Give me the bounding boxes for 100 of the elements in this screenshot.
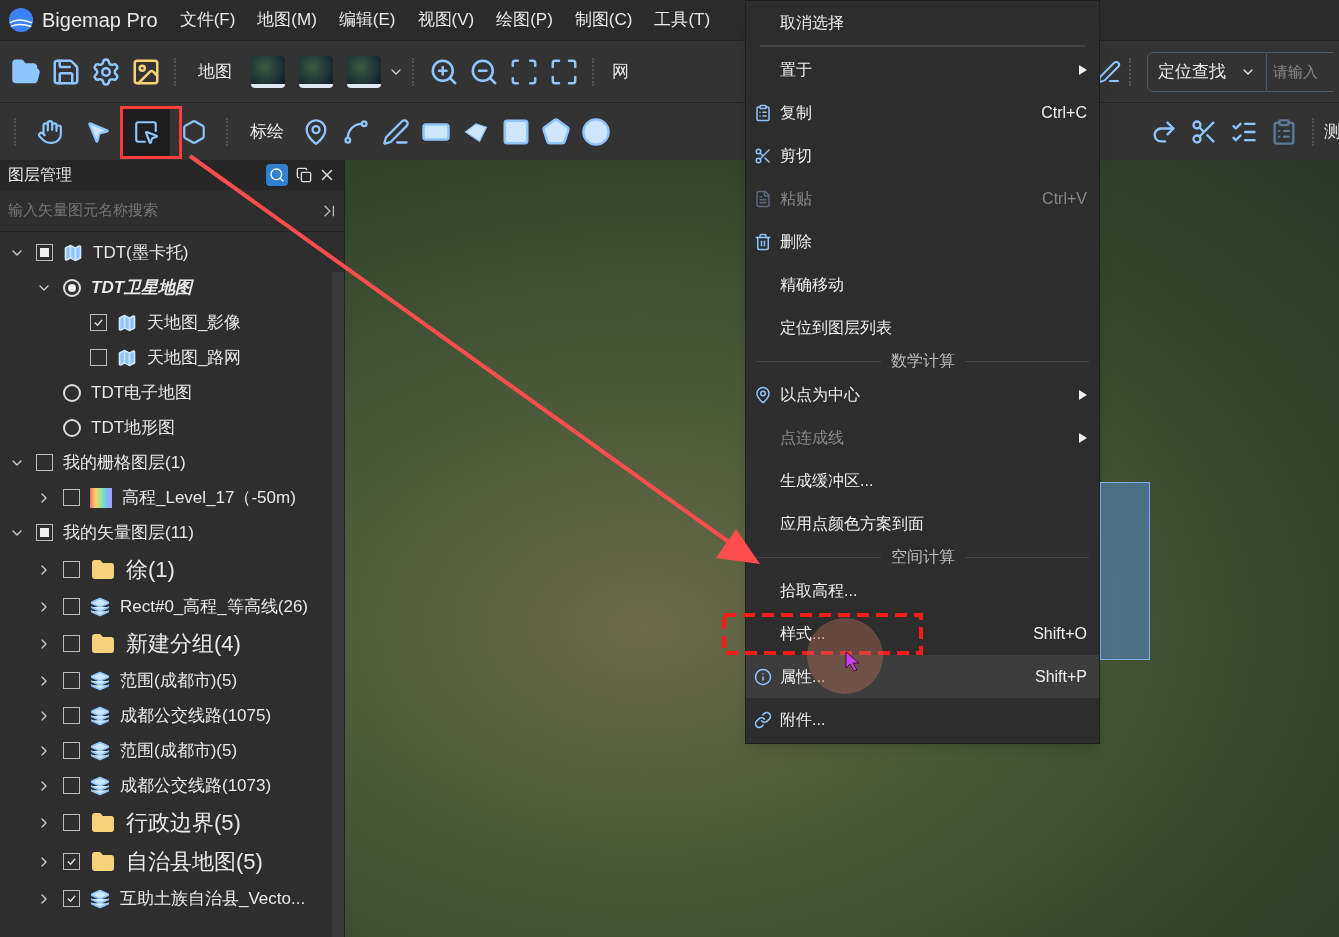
menu-item[interactable]: 编辑(E) bbox=[338, 7, 396, 33]
layers-icon bbox=[90, 775, 110, 796]
menu-item[interactable]: 删除 bbox=[746, 220, 1099, 263]
checkbox[interactable] bbox=[63, 890, 80, 907]
line-icon bbox=[342, 117, 370, 146]
layer-name[interactable]: 互助土族自治县_Vecto... bbox=[120, 885, 306, 912]
map-thumbnail-button[interactable] bbox=[251, 55, 285, 88]
shortcut-label: Shift+P bbox=[1034, 666, 1087, 687]
layer-name[interactable]: Rect#0_高程_等高线(26) bbox=[120, 593, 308, 620]
checkbox[interactable] bbox=[63, 598, 80, 615]
checkbox[interactable] bbox=[36, 454, 53, 471]
layer-name[interactable]: 行政边界(5) bbox=[126, 806, 241, 839]
search-field[interactable]: 请输入 bbox=[1267, 51, 1333, 92]
checkbox[interactable] bbox=[63, 489, 80, 506]
map-thumbnail-button[interactable] bbox=[299, 55, 333, 88]
layer-name[interactable]: 高程_Level_17（-50m) bbox=[122, 484, 296, 511]
menu-item[interactable]: 应用点颜色方案到面 bbox=[746, 502, 1099, 545]
map-pin-icon bbox=[754, 385, 772, 404]
rectangle-select-button[interactable] bbox=[122, 107, 170, 156]
checkbox[interactable] bbox=[63, 777, 80, 794]
paste-icon bbox=[754, 189, 772, 208]
checkbox[interactable] bbox=[63, 635, 80, 652]
layer-name[interactable]: 成都公交线路(1073) bbox=[120, 772, 272, 799]
map-icon bbox=[63, 242, 83, 263]
menu-item[interactable]: 视图(V) bbox=[417, 7, 475, 33]
menu-item[interactable]: 制图(C) bbox=[574, 7, 633, 33]
map-icon bbox=[117, 347, 137, 368]
locate-dropdown[interactable]: 定位查找 bbox=[1147, 51, 1267, 92]
pen-icon[interactable] bbox=[1097, 59, 1121, 84]
shortcut-label: Ctrl+V bbox=[1042, 188, 1087, 209]
scrollbar[interactable] bbox=[332, 272, 344, 937]
checkbox[interactable] bbox=[90, 349, 107, 366]
menu-section-label: 数学计算 bbox=[890, 351, 955, 371]
layer-name[interactable]: 范围(成都市)(5) bbox=[120, 667, 238, 694]
menu-item[interactable]: 样式... Shift+O bbox=[746, 612, 1099, 655]
menu-item[interactable]: 拾取高程... bbox=[746, 569, 1099, 612]
radio-button[interactable] bbox=[63, 418, 81, 437]
menu-item[interactable]: 剪切 bbox=[746, 134, 1099, 177]
menu-section-label: 空间计算 bbox=[890, 547, 955, 567]
circle-icon bbox=[581, 116, 611, 147]
layer-name[interactable]: TDT(墨卡托) bbox=[93, 239, 189, 266]
radio-button[interactable] bbox=[63, 383, 81, 402]
checkbox[interactable] bbox=[63, 742, 80, 759]
layer-name[interactable]: 范围(成都市)(5) bbox=[120, 737, 238, 764]
menu-item[interactable]: 文件(F) bbox=[179, 7, 236, 33]
menu-item[interactable]: 附件... bbox=[746, 698, 1099, 741]
menu-item[interactable]: 属性... Shift+P bbox=[746, 655, 1099, 698]
rectangle-select-icon bbox=[133, 118, 159, 145]
shortcut-label: Ctrl+C bbox=[1041, 102, 1087, 123]
menu-item[interactable]: 取消选择 bbox=[746, 1, 1099, 44]
checkbox[interactable] bbox=[36, 244, 53, 261]
layers-icon bbox=[90, 596, 110, 617]
map-icon bbox=[117, 312, 137, 333]
layer-name[interactable]: 我的栅格图层(1) bbox=[63, 449, 186, 476]
layer-name[interactable]: 成都公交线路(1075) bbox=[120, 702, 272, 729]
layer-name[interactable]: 自治县地图(5) bbox=[126, 845, 263, 878]
layer-name[interactable]: TDT地形图 bbox=[91, 414, 176, 441]
layers-icon bbox=[90, 888, 110, 909]
layer-name[interactable]: TDT电子地图 bbox=[91, 379, 193, 406]
checkbox[interactable] bbox=[63, 707, 80, 724]
collapse-panel-icon[interactable] bbox=[322, 203, 336, 218]
panel-title: 图层管理 bbox=[8, 165, 73, 185]
restore-window-icon[interactable] bbox=[296, 167, 312, 183]
layer-name[interactable]: 天地图_影像 bbox=[147, 309, 242, 336]
menu-item[interactable]: 以点为中心 bbox=[746, 373, 1099, 416]
menu-item[interactable]: 绘图(P) bbox=[496, 7, 553, 33]
menu-item[interactable]: 工具(T) bbox=[654, 7, 711, 33]
map-label: 地图 bbox=[198, 60, 232, 83]
measure-label: 测 bbox=[1324, 120, 1339, 143]
radio-button[interactable] bbox=[63, 278, 81, 297]
checkmark-icon bbox=[66, 893, 77, 904]
layer-name[interactable]: TDT卫星地图 bbox=[91, 274, 193, 301]
menu-item[interactable]: 生成缓冲区... bbox=[746, 459, 1099, 502]
info-icon bbox=[754, 667, 772, 686]
folder-icon bbox=[90, 631, 116, 656]
layer-name[interactable]: 我的矢量图层(11) bbox=[63, 519, 194, 546]
checkmark-icon bbox=[93, 317, 104, 328]
checkbox[interactable] bbox=[90, 314, 107, 331]
folder-icon bbox=[90, 810, 116, 835]
search-button[interactable] bbox=[266, 164, 288, 186]
menu-item[interactable]: 复制 Ctrl+C bbox=[746, 91, 1099, 134]
search-icon bbox=[269, 167, 285, 183]
menu-item[interactable]: 置于 bbox=[746, 48, 1099, 91]
checkbox[interactable] bbox=[36, 524, 53, 541]
checkbox[interactable] bbox=[63, 853, 80, 870]
folder-icon bbox=[90, 557, 116, 582]
app-title: Bigemap Pro bbox=[42, 8, 158, 33]
layer-search-field[interactable]: 输入矢量图元名称搜索 bbox=[8, 199, 322, 222]
menu-item[interactable]: 定位到图层列表 bbox=[746, 306, 1099, 349]
checkbox[interactable] bbox=[63, 814, 80, 831]
layer-name[interactable]: 新建分组(4) bbox=[126, 627, 241, 660]
checkbox[interactable] bbox=[63, 561, 80, 578]
menu-item[interactable]: 地图(M) bbox=[257, 7, 317, 33]
map-thumbnail-button[interactable] bbox=[347, 55, 381, 88]
grid-label: 网 bbox=[612, 60, 629, 83]
layer-name[interactable]: 天地图_路网 bbox=[147, 344, 242, 371]
layers-icon bbox=[90, 705, 110, 726]
layer-name[interactable]: 徐(1) bbox=[126, 553, 175, 586]
checkbox[interactable] bbox=[63, 672, 80, 689]
menu-item[interactable]: 精确移动 bbox=[746, 263, 1099, 306]
